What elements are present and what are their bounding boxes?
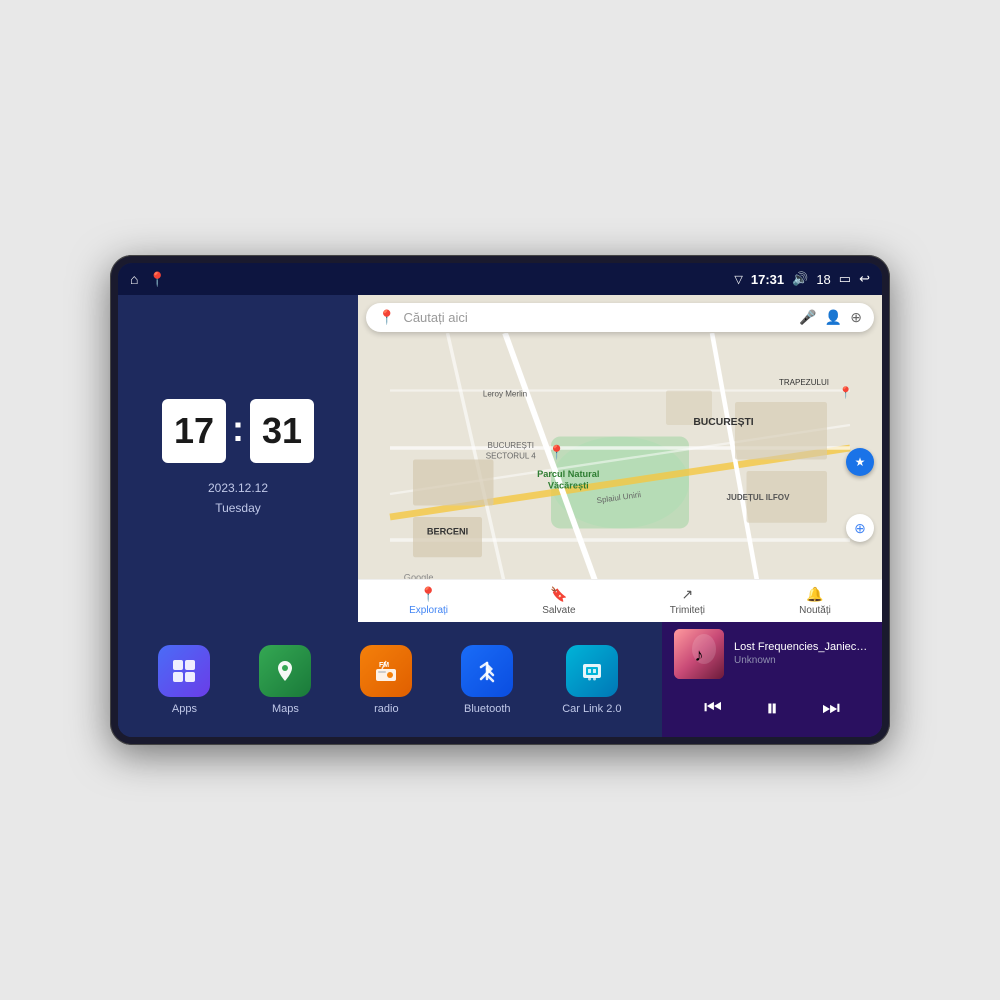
map-search-bar[interactable]: 📍 Căutați aici 🎤 👤 ⊕ — [366, 303, 874, 332]
date-text: 2023.12.12 — [208, 479, 268, 498]
svg-text:Parcul Natural: Parcul Natural — [537, 469, 599, 479]
play-pause-button[interactable]: ⏸ — [758, 691, 786, 727]
back-icon[interactable]: ↩ — [859, 271, 870, 287]
account-icon[interactable]: 👤 — [825, 309, 842, 326]
screen-inner: ⌂ 📍 ▽ 17:31 🔊 18 ▭ ↩ 17 : 31 — [118, 263, 882, 737]
status-time: 17:31 — [751, 272, 784, 287]
svg-text:📍: 📍 — [839, 385, 853, 399]
svg-text:Leroy Merlin: Leroy Merlin — [483, 389, 527, 398]
clock-panel: 17 : 31 2023.12.12 Tuesday — [118, 295, 358, 622]
map-svg: Parcul Natural Văcărești BUCUREȘTI JUDEȚ… — [358, 333, 882, 586]
status-right-info: ▽ 17:31 🔊 18 ▭ ↩ — [734, 271, 870, 287]
volume-icon: 🔊 — [792, 271, 808, 287]
svg-text:📍: 📍 — [548, 444, 565, 461]
map-tab-salvate[interactable]: 🔖 Salvate — [542, 586, 575, 616]
explorați-label: Explorați — [409, 605, 448, 616]
date-info: 2023.12.12 Tuesday — [208, 479, 268, 517]
svg-text:BUCUREȘTI: BUCUREȘTI — [488, 441, 535, 450]
salvate-label: Salvate — [542, 605, 575, 616]
clock-sep: : — [232, 408, 244, 450]
trimiteți-icon: ↗ — [681, 586, 693, 603]
noutăți-icon: 🔔 — [806, 586, 823, 603]
explorați-icon: 📍 — [420, 586, 437, 603]
app-item-bluetooth[interactable]: Bluetooth — [461, 645, 513, 715]
clock-display: 17 : 31 — [162, 399, 314, 463]
prev-button[interactable]: ⏮ — [696, 693, 730, 724]
radio-label: radio — [374, 703, 398, 715]
app-item-radio[interactable]: FM radio — [360, 645, 412, 715]
trimiteți-label: Trimiteți — [670, 605, 705, 616]
day-text: Tuesday — [208, 499, 268, 518]
salvate-icon: 🔖 — [550, 586, 567, 603]
apps-row: Apps Maps — [118, 622, 662, 737]
map-tab-explorați[interactable]: 📍 Explorați — [409, 586, 448, 616]
svg-text:BUCUREȘTI: BUCUREȘTI — [693, 417, 753, 428]
maps-icon[interactable] — [259, 645, 311, 697]
battery-level: 18 — [816, 272, 830, 287]
clock-hour: 17 — [162, 399, 226, 463]
bluetooth-label: Bluetooth — [464, 703, 510, 715]
voice-search-icon[interactable]: 🎤 — [799, 309, 816, 326]
signal-icon: ▽ — [734, 273, 742, 286]
album-art: ♪ — [674, 629, 724, 679]
music-title: Lost Frequencies_Janieck Devy-... — [734, 641, 870, 653]
bottom-section: Apps Maps — [118, 622, 882, 737]
radio-icon[interactable]: FM — [360, 645, 412, 697]
map-area[interactable]: Parcul Natural Văcărești BUCUREȘTI JUDEȚ… — [358, 333, 882, 586]
svg-text:JUDEȚUL ILFOV: JUDEȚUL ILFOV — [727, 493, 791, 502]
next-button[interactable]: ⏭ — [814, 693, 848, 724]
noutăți-label: Noutăți — [799, 605, 831, 616]
main-content: 17 : 31 2023.12.12 Tuesday 📍 Căutați aic… — [118, 295, 882, 737]
bluetooth-icon[interactable] — [461, 645, 513, 697]
maps-status-icon[interactable]: 📍 — [148, 271, 165, 288]
compass-button[interactable]: ⊕ — [846, 514, 874, 542]
carlink-icon[interactable] — [566, 645, 618, 697]
maps-label: Maps — [272, 703, 299, 715]
map-search-pin-icon: 📍 — [378, 309, 395, 326]
car-screen-device: ⌂ 📍 ▽ 17:31 🔊 18 ▭ ↩ 17 : 31 — [110, 255, 890, 745]
map-panel[interactable]: 📍 Căutați aici 🎤 👤 ⊕ — [358, 295, 882, 622]
top-section: 17 : 31 2023.12.12 Tuesday 📍 Căutați aic… — [118, 295, 882, 622]
music-artist: Unknown — [734, 655, 870, 666]
more-options-icon[interactable]: ⊕ — [850, 309, 862, 326]
app-item-apps[interactable]: Apps — [158, 645, 210, 715]
svg-text:SECTORUL 4: SECTORUL 4 — [486, 451, 537, 460]
map-tab-noutăți[interactable]: 🔔 Noutăți — [799, 586, 831, 616]
battery-icon: ▭ — [839, 271, 851, 287]
music-panel: ♪ Lost Frequencies_Janieck Devy-... Unkn… — [662, 622, 882, 737]
carlink-label: Car Link 2.0 — [562, 703, 621, 715]
apps-label: Apps — [172, 703, 197, 715]
svg-text:♪: ♪ — [695, 645, 704, 665]
music-controls: ⏮ ⏸ ⏭ — [674, 687, 870, 731]
svg-text:TRAPEZULUI: TRAPEZULUI — [779, 378, 829, 387]
music-top: ♪ Lost Frequencies_Janieck Devy-... Unkn… — [674, 629, 870, 679]
status-bar: ⌂ 📍 ▽ 17:31 🔊 18 ▭ ↩ — [118, 263, 882, 295]
svg-text:Văcărești: Văcărești — [548, 480, 589, 490]
status-left-icons: ⌂ 📍 — [130, 271, 166, 288]
app-item-carlink[interactable]: Car Link 2.0 — [562, 645, 621, 715]
svg-text:BERCENI: BERCENI — [427, 526, 468, 536]
map-tab-trimiteți[interactable]: ↗ Trimiteți — [670, 586, 705, 616]
apps-icon[interactable] — [158, 645, 210, 697]
map-search-input[interactable]: Căutați aici — [403, 310, 791, 325]
navigation-button[interactable]: ★ — [846, 448, 874, 476]
map-bottom-bar: 📍 Explorați 🔖 Salvate ↗ Trimiteți 🔔 — [358, 579, 882, 622]
home-icon[interactable]: ⌂ — [130, 271, 138, 287]
music-info: Lost Frequencies_Janieck Devy-... Unknow… — [734, 641, 870, 666]
app-item-maps[interactable]: Maps — [259, 645, 311, 715]
clock-minute: 31 — [250, 399, 314, 463]
map-search-actions: 🎤 👤 ⊕ — [799, 309, 862, 326]
